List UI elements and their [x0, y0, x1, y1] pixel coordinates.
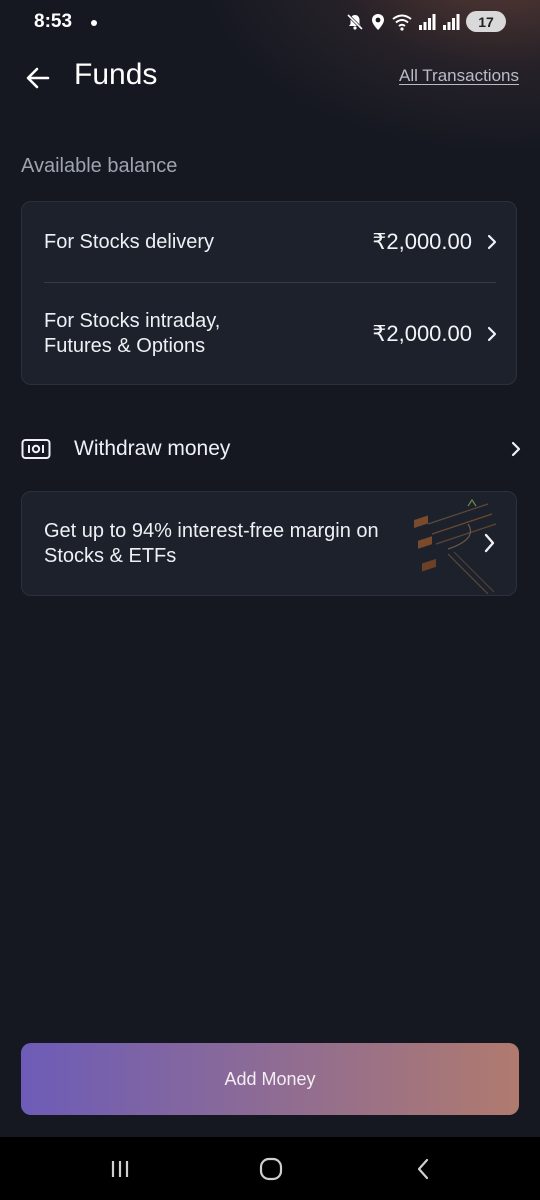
back-icon	[417, 1158, 429, 1180]
funds-screen: 8:53 17 Funds All Transactions Available…	[0, 0, 540, 1200]
promo-line1: Get up to 94% interest-free margin on	[44, 520, 379, 542]
chevron-right-icon	[484, 533, 495, 553]
system-nav-bar	[0, 1137, 540, 1200]
home-button[interactable]	[251, 1153, 291, 1185]
balance-amount: ₹2,000.00	[372, 321, 472, 346]
balance-row-delivery[interactable]: For Stocks delivery ₹2,000.00	[44, 202, 498, 282]
cash-icon	[21, 439, 51, 459]
back-button[interactable]	[20, 60, 56, 96]
add-money-button[interactable]: Add Money	[21, 1043, 519, 1115]
promo-line2: Stocks & ETFs	[44, 545, 177, 567]
battery-level: 17	[478, 13, 494, 30]
recent-apps-icon	[111, 1161, 129, 1177]
notification-dot	[91, 20, 97, 26]
status-bar: 8:53 17	[0, 0, 540, 46]
mute-icon	[346, 13, 364, 31]
available-balance-label: Available balance	[21, 155, 178, 177]
all-transactions-link[interactable]: All Transactions	[399, 66, 519, 86]
balance-amount: ₹2,000.00	[372, 229, 472, 254]
header: Funds All Transactions	[0, 50, 540, 106]
status-icons: 17	[346, 11, 506, 32]
balance-row-label: For Stocks delivery	[44, 230, 215, 253]
home-icon	[259, 1157, 283, 1181]
status-time: 8:53	[34, 11, 73, 32]
balance-row-intraday[interactable]: For Stocks intraday, Futures & Options ₹…	[44, 284, 498, 384]
battery-icon: 17	[466, 11, 506, 32]
chevron-right-icon	[487, 326, 497, 342]
balance-card: For Stocks delivery ₹2,000.00 For Stocks…	[21, 201, 517, 385]
recent-apps-button[interactable]	[100, 1153, 140, 1185]
promo-text: Get up to 94% interest-free margin on St…	[44, 519, 424, 569]
chevron-right-icon	[487, 234, 497, 250]
withdraw-money-label: Withdraw money	[74, 437, 231, 460]
arrow-left-icon	[26, 67, 50, 89]
system-back-button[interactable]	[403, 1153, 443, 1185]
signal-icon	[442, 13, 460, 31]
balance-row-label-line2: Futures & Options	[44, 335, 206, 357]
margin-promo-card[interactable]: Get up to 94% interest-free margin on St…	[21, 491, 517, 596]
location-icon	[370, 13, 386, 31]
balance-row-label: For Stocks intraday, Futures & Options	[44, 309, 220, 359]
balance-row-label-line1: For Stocks intraday,	[44, 310, 221, 332]
wifi-icon	[392, 13, 412, 31]
withdraw-money-row[interactable]: Withdraw money	[21, 425, 522, 473]
signal-icon	[418, 13, 436, 31]
divider	[44, 282, 496, 283]
chevron-right-icon	[511, 441, 521, 457]
page-title: Funds	[74, 58, 158, 91]
